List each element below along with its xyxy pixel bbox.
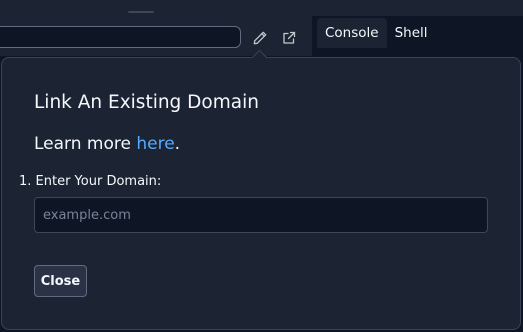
link-domain-popover: Link An Existing Domain Learn more here.… [1, 49, 521, 330]
app-root: Console Shell Link An Existing Domain Le… [0, 0, 523, 332]
learn-more-link[interactable]: here [136, 134, 174, 154]
step-label: 1. Enter Your Domain: [19, 174, 162, 189]
top-strip [0, 0, 523, 16]
edit-url-button[interactable] [249, 27, 271, 49]
url-input[interactable] [0, 26, 241, 48]
popover-title: Link An Existing Domain [34, 92, 259, 113]
tab-console[interactable]: Console [317, 18, 387, 48]
external-link-icon [283, 31, 296, 44]
learn-more-suffix: . [174, 134, 181, 154]
learn-more-prefix: Learn more [34, 134, 137, 154]
pencil-icon [253, 31, 267, 45]
domain-input[interactable] [34, 197, 488, 233]
learn-more-text: Learn more here. [34, 134, 180, 154]
console-tabs: Console Shell [317, 18, 436, 48]
tab-shell[interactable]: Shell [387, 18, 436, 48]
webview-url-bar [0, 16, 312, 56]
close-button[interactable]: Close [34, 265, 87, 297]
open-new-tab-button[interactable] [278, 27, 300, 49]
resize-handle[interactable] [128, 11, 154, 13]
